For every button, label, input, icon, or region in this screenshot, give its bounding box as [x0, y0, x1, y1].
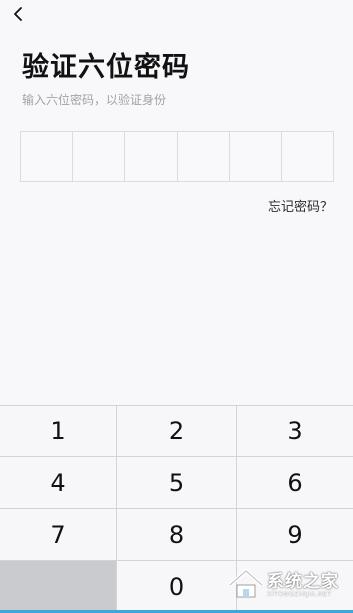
- key-6[interactable]: 6: [237, 457, 353, 509]
- key-1[interactable]: 1: [0, 406, 117, 457]
- pin-input[interactable]: [20, 131, 334, 182]
- page-title: 验证六位密码: [22, 52, 190, 83]
- top-bar: [0, 0, 353, 30]
- key-blank-left: [0, 561, 117, 613]
- key-8[interactable]: 8: [117, 509, 237, 561]
- key-9[interactable]: 9: [237, 509, 353, 561]
- key-5[interactable]: 5: [117, 457, 237, 509]
- numeric-keypad: 1 2 3 4 5 6 7 8 9 0: [0, 405, 353, 613]
- pin-cell: [125, 132, 178, 181]
- key-delete[interactable]: [237, 561, 353, 613]
- pin-cell: [73, 132, 126, 181]
- chevron-left-icon: [14, 7, 22, 21]
- key-4[interactable]: 4: [0, 457, 117, 509]
- pin-cell: [230, 132, 282, 181]
- pin-cell: [178, 132, 230, 181]
- key-0[interactable]: 0: [117, 561, 237, 613]
- back-button[interactable]: [6, 2, 30, 26]
- key-2[interactable]: 2: [117, 406, 237, 457]
- pin-cell: [282, 132, 333, 181]
- key-3[interactable]: 3: [237, 406, 353, 457]
- page-subtitle: 输入六位密码，以验证身份: [22, 93, 167, 107]
- pin-cell: [21, 132, 74, 181]
- forgot-password-link[interactable]: 忘记密码？: [268, 199, 333, 217]
- key-7[interactable]: 7: [0, 509, 117, 561]
